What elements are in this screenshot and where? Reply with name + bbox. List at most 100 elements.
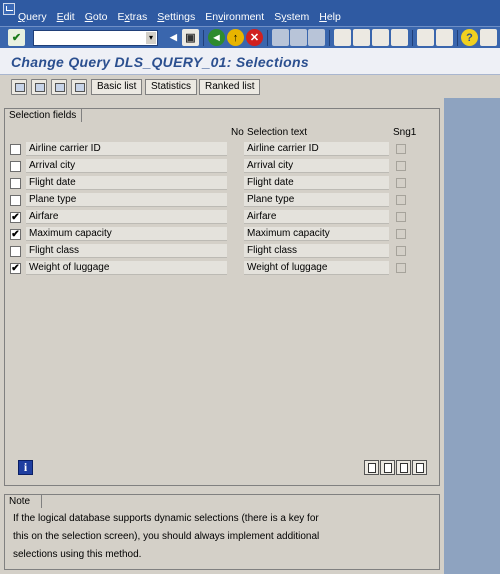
selection-field-name: Airline carrier ID bbox=[26, 142, 227, 156]
row-select-checkbox[interactable]: ✔ bbox=[10, 229, 21, 240]
row-select-checkbox[interactable] bbox=[10, 178, 21, 189]
selection-no-field[interactable] bbox=[229, 244, 241, 258]
selection-fields-panel-title: Selection fields bbox=[4, 108, 82, 122]
system-menu-icon[interactable] bbox=[3, 3, 15, 15]
execute-icon[interactable] bbox=[11, 79, 27, 95]
selection-field-name: Maximum capacity bbox=[26, 227, 227, 241]
selection-no-field[interactable] bbox=[229, 261, 241, 275]
row-select-checkbox[interactable] bbox=[10, 195, 21, 206]
row-select-checkbox[interactable] bbox=[10, 144, 21, 155]
single-value-checkbox[interactable] bbox=[396, 144, 406, 154]
selection-text-field[interactable]: Maximum capacity bbox=[244, 227, 389, 241]
last-page-icon[interactable] bbox=[412, 460, 427, 475]
menu-bar: Query Edit Goto Extras Settings Environm… bbox=[0, 0, 500, 26]
single-value-checkbox[interactable] bbox=[396, 246, 406, 256]
menu-goto[interactable]: Goto bbox=[85, 11, 108, 23]
single-value-checkbox[interactable] bbox=[396, 161, 406, 171]
column-header-sng: Sng1 bbox=[393, 127, 417, 138]
standard-toolbar: ✔ ▾ ◀ ▣ ◄ ↑ ✕ ? bbox=[0, 26, 500, 48]
single-value-checkbox[interactable] bbox=[396, 263, 406, 273]
next-page-icon[interactable] bbox=[396, 460, 411, 475]
selection-text-field[interactable]: Plane type bbox=[244, 193, 389, 207]
first-page-icon[interactable] bbox=[334, 29, 351, 46]
column-header-selection-text: Selection text bbox=[247, 127, 308, 138]
cancel-icon[interactable]: ✕ bbox=[246, 29, 263, 46]
title-bar: Change Query DLS_QUERY_01: Selections bbox=[0, 48, 500, 75]
toolbar-separator bbox=[457, 30, 458, 46]
basic-list-button[interactable]: Basic list bbox=[91, 79, 143, 95]
menu-help[interactable]: Help bbox=[319, 11, 341, 23]
selection-field-name: Arrival city bbox=[26, 159, 227, 173]
info-icon[interactable]: i bbox=[18, 460, 33, 475]
selection-text-field[interactable]: Flight class bbox=[244, 244, 389, 258]
menu-extras[interactable]: Extras bbox=[118, 11, 148, 23]
back-icon[interactable]: ◄ bbox=[208, 29, 225, 46]
statistics-button[interactable]: Statistics bbox=[145, 79, 198, 95]
selection-no-field[interactable] bbox=[229, 193, 241, 207]
first-page-icon[interactable] bbox=[364, 460, 379, 475]
nav-icon[interactable] bbox=[51, 79, 67, 95]
page-title: Change Query DLS_QUERY_01: Selections bbox=[11, 54, 309, 70]
print-icon[interactable] bbox=[272, 29, 289, 46]
row-select-checkbox[interactable]: ✔ bbox=[10, 263, 21, 274]
toolbar-separator bbox=[267, 30, 268, 46]
note-line: this on the selection screen), you shoul… bbox=[13, 531, 320, 542]
last-page-icon[interactable] bbox=[391, 29, 408, 46]
prev-page-icon[interactable] bbox=[353, 29, 370, 46]
single-value-checkbox[interactable] bbox=[396, 229, 406, 239]
menu-system[interactable]: System bbox=[274, 11, 309, 23]
row-select-checkbox[interactable]: ✔ bbox=[10, 212, 21, 223]
note-panel-title: Note bbox=[4, 494, 42, 508]
enter-icon[interactable]: ✔ bbox=[8, 29, 25, 46]
right-margin bbox=[444, 98, 500, 574]
collapse-icon[interactable]: ◀ bbox=[165, 29, 182, 46]
selection-text-field[interactable]: Flight date bbox=[244, 176, 389, 190]
exit-icon[interactable]: ↑ bbox=[227, 29, 244, 46]
selection-field-name: Flight date bbox=[26, 176, 227, 190]
selection-text-field[interactable]: Airline carrier ID bbox=[244, 142, 389, 156]
menu-query[interactable]: Query bbox=[18, 11, 47, 23]
command-history-dropdown-icon[interactable]: ▾ bbox=[146, 32, 156, 44]
selection-no-field[interactable] bbox=[229, 142, 241, 156]
layout-icon[interactable] bbox=[71, 79, 87, 95]
menu-settings[interactable]: Settings bbox=[157, 11, 195, 23]
selection-field-name: Weight of luggage bbox=[26, 261, 227, 275]
create-session-icon[interactable] bbox=[417, 29, 434, 46]
single-value-checkbox[interactable] bbox=[396, 195, 406, 205]
selection-field-name: Plane type bbox=[26, 193, 227, 207]
variant-icon[interactable] bbox=[31, 79, 47, 95]
find-next-icon[interactable] bbox=[308, 29, 325, 46]
save-icon[interactable]: ▣ bbox=[182, 29, 199, 46]
selection-no-field[interactable] bbox=[229, 159, 241, 173]
row-select-checkbox[interactable] bbox=[10, 161, 21, 172]
row-select-checkbox[interactable] bbox=[10, 246, 21, 257]
help-icon[interactable]: ? bbox=[461, 29, 478, 46]
toolbar-separator bbox=[203, 30, 204, 46]
note-line: selections using this method. bbox=[13, 549, 142, 560]
selection-field-name: Flight class bbox=[26, 244, 227, 258]
selection-text-field[interactable]: Weight of luggage bbox=[244, 261, 389, 275]
single-value-checkbox[interactable] bbox=[396, 178, 406, 188]
toolbar-separator bbox=[329, 30, 330, 46]
command-field[interactable]: ▾ bbox=[33, 30, 158, 46]
menu-edit[interactable]: Edit bbox=[57, 11, 75, 23]
selection-no-field[interactable] bbox=[229, 227, 241, 241]
application-toolbar: Basic list Statistics Ranked list bbox=[0, 76, 500, 98]
selection-no-field[interactable] bbox=[229, 210, 241, 224]
next-page-icon[interactable] bbox=[372, 29, 389, 46]
selection-text-field[interactable]: Airfare bbox=[244, 210, 389, 224]
prev-page-icon[interactable] bbox=[380, 460, 395, 475]
layout-menu-icon[interactable] bbox=[480, 29, 497, 46]
selection-no-field[interactable] bbox=[229, 176, 241, 190]
single-value-checkbox[interactable] bbox=[396, 212, 406, 222]
note-line: If the logical database supports dynamic… bbox=[13, 513, 319, 524]
find-icon[interactable] bbox=[290, 29, 307, 46]
column-header-no: No bbox=[231, 127, 244, 138]
selection-text-field[interactable]: Arrival city bbox=[244, 159, 389, 173]
ranked-list-button[interactable]: Ranked list bbox=[199, 79, 261, 95]
menu-list: Query Edit Goto Extras Settings Environm… bbox=[18, 11, 351, 23]
selection-field-name: Airfare bbox=[26, 210, 227, 224]
toolbar-separator bbox=[412, 30, 413, 46]
menu-environment[interactable]: Environment bbox=[205, 11, 264, 23]
shortcut-icon[interactable] bbox=[436, 29, 453, 46]
